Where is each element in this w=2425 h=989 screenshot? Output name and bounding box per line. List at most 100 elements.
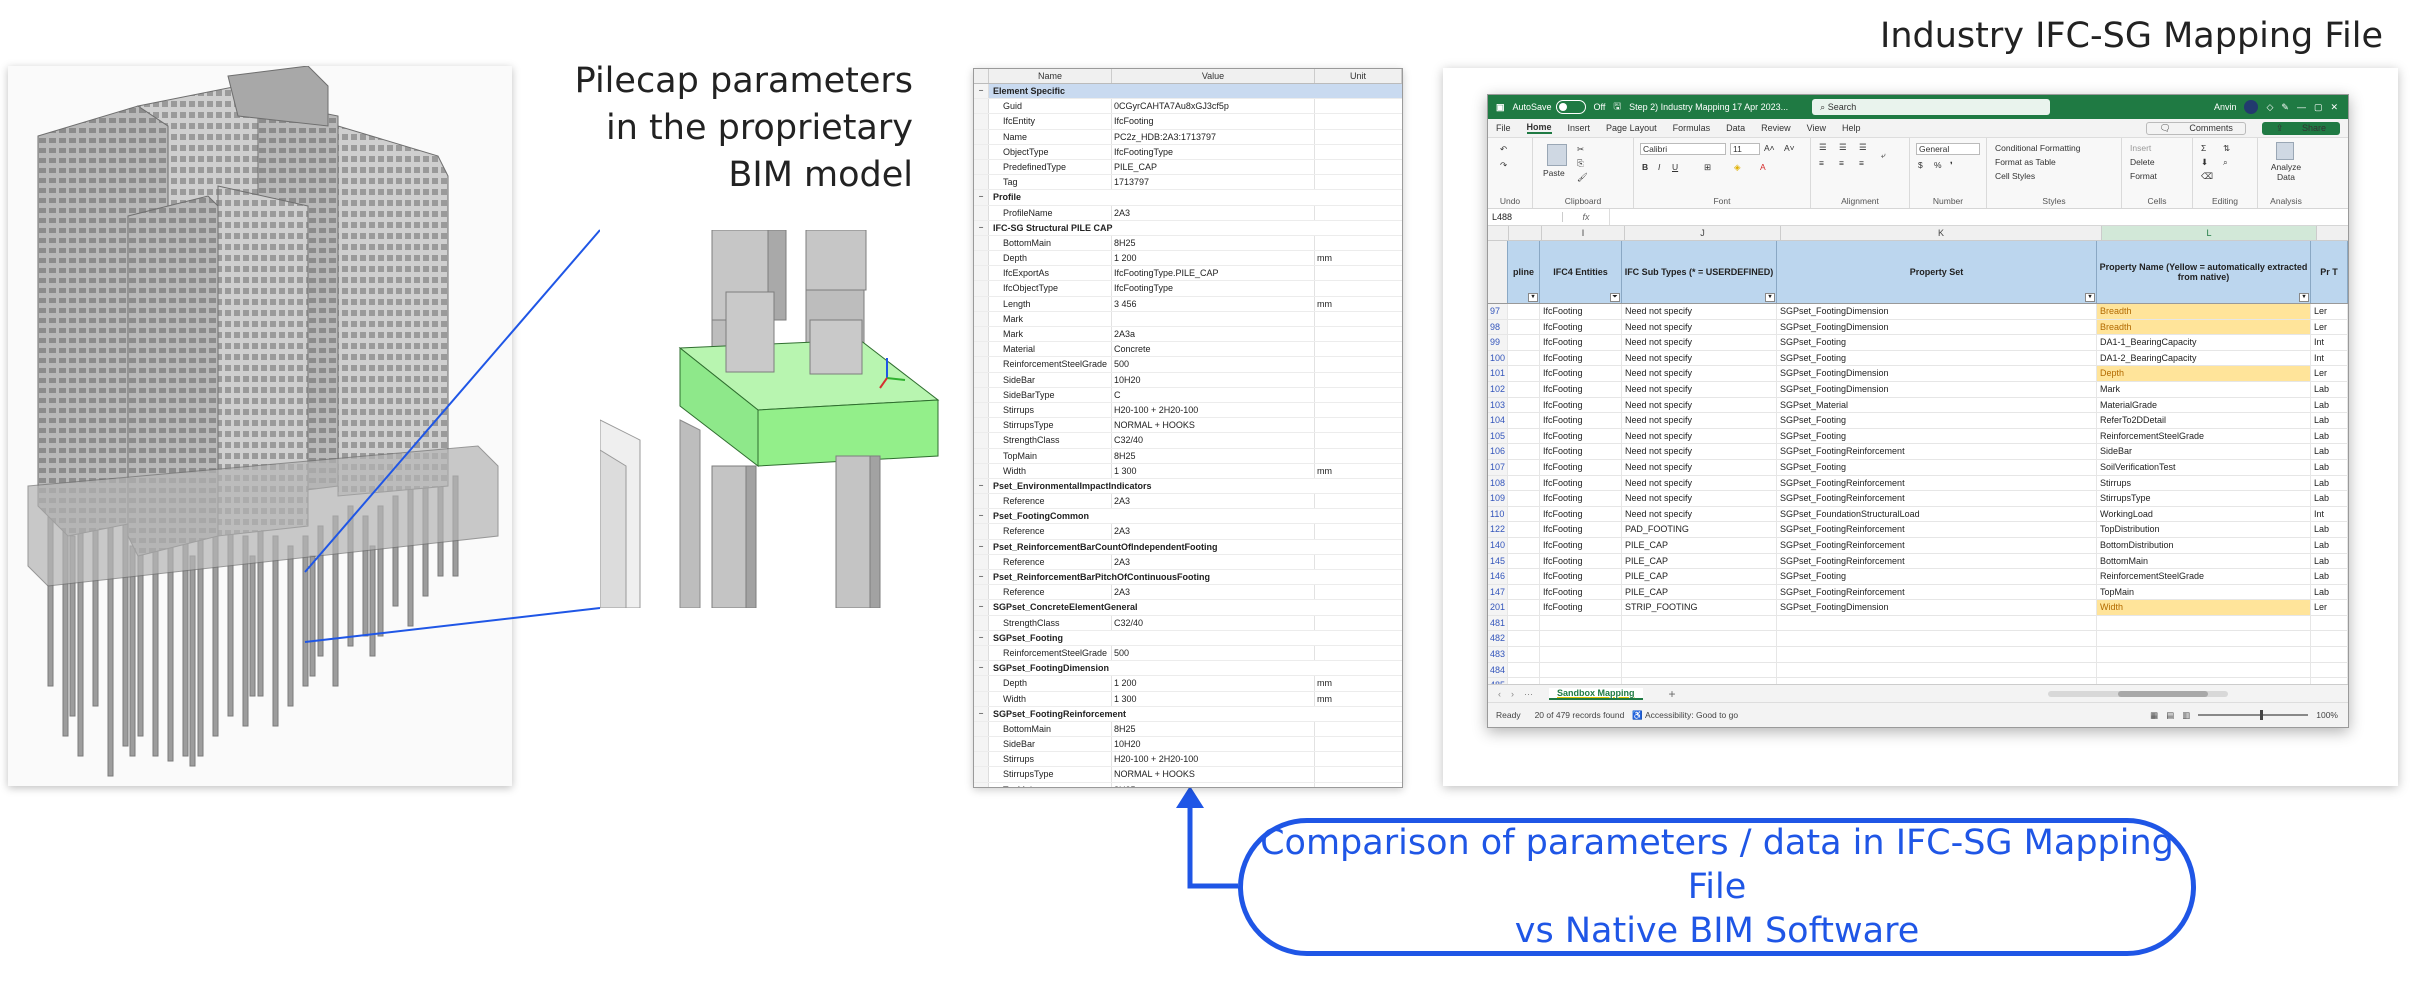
cell-partial[interactable] (2311, 631, 2348, 647)
cell-ifc-entity[interactable]: IfcFooting (1540, 397, 1622, 413)
property-value[interactable]: H20-100 + 2H20-100 (1112, 752, 1315, 767)
header-property-name[interactable]: Property Name (Yellow = automatically ex… (2097, 241, 2311, 303)
cell-pline[interactable] (1508, 569, 1540, 584)
cell-property-name[interactable]: SoilVerificationTest (2097, 459, 2311, 475)
horizontal-scrollbar[interactable] (2048, 691, 2228, 697)
property-row[interactable]: StirrupsType NORMAL + HOOKS (974, 767, 1402, 783)
cell-ifc-subtype[interactable]: Need not specify (1622, 319, 1777, 335)
avatar[interactable] (2244, 100, 2259, 114)
property-group-row[interactable]: − Element Specific (974, 84, 1402, 100)
cell-pline[interactable] (1508, 553, 1540, 569)
property-row[interactable]: IfcObjectType IfcFootingType (974, 281, 1402, 297)
property-group-row[interactable]: − SGPset_FootingDimension (974, 661, 1402, 677)
cell-property-name[interactable]: Mark (2097, 381, 2311, 397)
property-row[interactable]: TopMain8H25 (974, 448, 1402, 464)
accessibility-icon[interactable]: ♿ (1632, 710, 1643, 721)
cell-ifc-subtype[interactable]: Need not specify (1622, 459, 1777, 475)
fx-icon[interactable]: fx (1563, 212, 1609, 222)
property-group-row[interactable]: − SGPset_ConcreteElementGeneral (974, 600, 1402, 616)
collapse-toggle-icon[interactable]: − (974, 509, 989, 524)
property-value[interactable]: C32/40 (1112, 433, 1315, 448)
cell-ifc-subtype[interactable] (1622, 631, 1777, 647)
property-value[interactable]: 8H25 (1112, 235, 1315, 251)
column-header-unit[interactable]: Unit (1315, 69, 1402, 83)
property-value[interactable]: 8H25 (1112, 448, 1315, 463)
cell-ifc-subtype[interactable]: STRIP_FOOTING (1622, 600, 1777, 615)
row-number[interactable]: 483 (1488, 647, 1508, 662)
cell-property-set[interactable] (1777, 662, 2097, 678)
collapse-toggle-icon[interactable]: − (974, 706, 989, 721)
cell-partial[interactable]: Ler (2311, 366, 2348, 381)
format-painter-icon[interactable]: 🖌 (1577, 172, 1588, 183)
property-row[interactable]: TopMain8H25 (974, 782, 1402, 787)
cell-property-name[interactable]: TopMain (2097, 584, 2311, 600)
property-row[interactable]: Stirrups H20-100 + 2H20-100 (974, 402, 1402, 419)
collapse-toggle-icon[interactable]: − (974, 190, 989, 205)
row-number[interactable]: 481 (1488, 615, 1508, 631)
cell-partial[interactable]: Int (2311, 350, 2348, 366)
collapse-toggle-icon[interactable]: − (974, 600, 989, 615)
more-sheets-icon[interactable]: ⋯ (1524, 689, 1533, 700)
filter-dropdown-icon[interactable]: ▾ (2085, 293, 2095, 302)
row-number[interactable]: 105 (1488, 428, 1508, 444)
cell-ifc-subtype[interactable]: Need not specify (1622, 428, 1777, 444)
cell-partial[interactable]: Lab (2311, 444, 2348, 459)
cell-property-set[interactable]: SGPset_FootingDimension (1777, 319, 2097, 335)
property-value[interactable]: 3 456 (1112, 296, 1315, 311)
property-row[interactable]: BottomMain 8H25 (974, 235, 1402, 252)
tab-insert[interactable]: Insert (1568, 123, 1591, 133)
minimize-icon[interactable]: — (2297, 102, 2306, 112)
property-row[interactable]: Width 1 300 mm (974, 691, 1402, 707)
property-row[interactable]: IfcEntity IfcFooting (974, 114, 1402, 130)
cell-partial[interactable] (2311, 647, 2348, 662)
tab-help[interactable]: Help (1842, 123, 1861, 133)
property-group-row[interactable]: − SGPset_FootingReinforcement (974, 706, 1402, 722)
cell-pline[interactable] (1508, 319, 1540, 335)
filter-active-icon[interactable]: ⏷ (1610, 293, 1620, 302)
name-box[interactable]: L488 (1488, 212, 1563, 222)
cell-partial[interactable]: Lab (2311, 553, 2348, 569)
property-value[interactable]: PILE_CAP (1112, 159, 1315, 175)
cell-ifc-entity[interactable] (1540, 631, 1622, 647)
cell-pline[interactable] (1508, 506, 1540, 522)
comma-icon[interactable]: ❜ (1950, 160, 1953, 171)
cell-pline[interactable] (1508, 631, 1540, 647)
cell-ifc-entity[interactable] (1540, 662, 1622, 678)
page-break-view-icon[interactable]: ▥ (2182, 710, 2190, 721)
cell-pline[interactable] (1508, 350, 1540, 366)
row-number[interactable]: 201 (1488, 600, 1508, 615)
property-value[interactable]: 8H25 (1112, 721, 1315, 737)
property-value[interactable]: IfcFooting (1112, 114, 1315, 129)
cell-property-set[interactable]: SGPset_Footing (1777, 459, 2097, 475)
cell-pline[interactable] (1508, 335, 1540, 350)
property-row[interactable]: Length 3 456 mm (974, 296, 1402, 312)
property-value[interactable]: 2A3a (1112, 327, 1315, 342)
cell-ifc-entity[interactable]: IfcFooting (1540, 304, 1622, 319)
property-group-row[interactable]: − Pset_ReinforcementBarCountOfIndependent… (974, 539, 1402, 555)
cell-ifc-entity[interactable]: IfcFooting (1540, 444, 1622, 459)
cell-property-name[interactable]: StirrupsType (2097, 491, 2311, 506)
property-row[interactable]: Tag 1713797 (974, 175, 1402, 191)
row-number[interactable]: 145 (1488, 553, 1508, 569)
cell-partial[interactable]: Lab (2311, 475, 2348, 491)
cell-property-set[interactable] (1777, 615, 2097, 631)
property-value[interactable]: 1 300 (1112, 463, 1315, 478)
next-sheet-icon[interactable]: › (1511, 689, 1514, 699)
maximize-icon[interactable]: ▢ (2314, 102, 2323, 113)
header-property-set[interactable]: Property Set ▾ (1777, 241, 2097, 303)
row-number[interactable]: 102 (1488, 381, 1508, 397)
property-row[interactable]: Reference 2A3 (974, 494, 1402, 510)
cell-pline[interactable] (1508, 662, 1540, 678)
col-header-i[interactable]: I (1542, 226, 1625, 240)
property-value[interactable]: 2A3 (1112, 554, 1315, 569)
cell-pline[interactable] (1508, 475, 1540, 491)
property-row[interactable]: ProfileName 2A3 (974, 205, 1402, 221)
clear-icon[interactable]: ⌫ (2201, 171, 2213, 182)
filter-dropdown-icon[interactable]: ▾ (2299, 293, 2309, 302)
undo-icon[interactable]: ↶ (1500, 144, 1507, 155)
property-row[interactable]: Material Concrete (974, 342, 1402, 358)
col-header-l[interactable]: L (2102, 226, 2317, 240)
row-number[interactable]: 147 (1488, 584, 1508, 600)
property-value[interactable]: IfcFootingType (1112, 144, 1315, 159)
cell-property-set[interactable] (1777, 631, 2097, 647)
